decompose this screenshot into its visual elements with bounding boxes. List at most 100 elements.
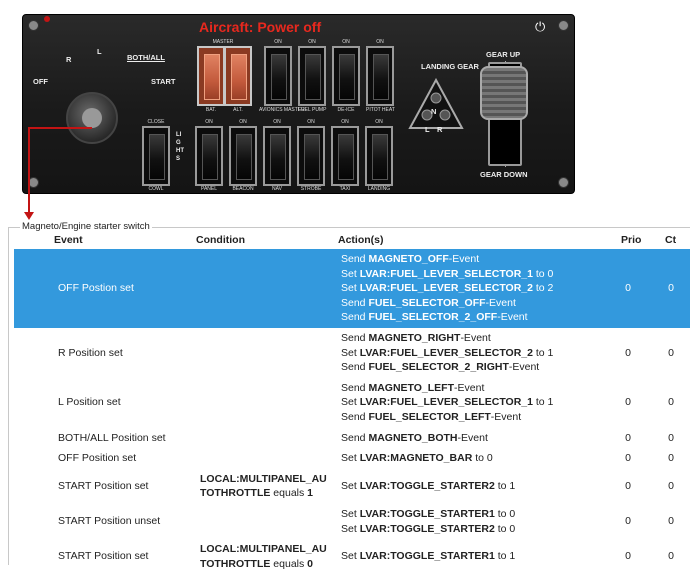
prio-cell: 0 [625,550,631,563]
gear-light-l: L [425,125,430,134]
column-header-actions[interactable]: Action(s) [338,234,384,246]
lights-label: LIGHTS [176,132,184,162]
magneto-label-l: L [97,47,102,56]
action-cell: Set LVAR:FUEL_LEVER_SELECTOR_1 to 0 [341,267,554,280]
condition-cell: LOCAL:MULTIPANEL_AU [200,543,327,556]
event-cell: OFF Postion set [58,282,134,295]
action-cell: Set LVAR:FUEL_LEVER_SELECTOR_1 to 1 [341,396,554,409]
action-cell: Send FUEL_SELECTOR_2_RIGHT-Event [341,361,540,374]
magneto-knob[interactable] [66,92,118,144]
nav-switch[interactable] [263,126,291,186]
table-row[interactable]: BOTH/ALL Position set Send MAGNETO_BOTH-E… [14,428,690,449]
ct-cell: 0 [668,452,674,465]
switch-label-taxi: TAXI [339,186,351,192]
magneto-label-off: OFF [33,77,48,86]
ct-cell: 0 [668,396,674,409]
switch-label-on: ON [341,119,349,125]
column-header-prio[interactable]: Prio [621,234,641,246]
action-cell: Send MAGNETO_LEFT-Event [341,381,485,394]
action-cell: Send MAGNETO_BOTH-Event [341,431,488,444]
event-cell: START Position set [58,480,149,493]
callout-arrow-line [28,127,92,129]
gear-up-label: GEAR UP [486,50,521,59]
ct-cell: 0 [668,515,674,528]
screw-icon [558,20,569,31]
magneto-label-r: R [66,55,72,64]
switch-label-pitot-heat: PITOT HEAT [366,107,395,113]
ct-cell: 0 [668,550,674,563]
arrow-down-icon [24,212,34,220]
pitot-heat-switch[interactable] [366,46,394,106]
alt-switch[interactable] [224,46,252,106]
condition-cell: TOTHROTTLE equals 0 [200,557,314,570]
event-cell: R Position set [58,346,123,359]
prio-cell: 0 [625,480,631,493]
switch-label-on: ON [274,39,282,45]
table-row[interactable]: OFF Position set Set LVAR:MAGNETO_BAR to … [14,448,690,469]
prio-cell: 0 [625,452,631,465]
table-row[interactable]: START Position unset Set LVAR:TOGGLE_STAR… [14,504,690,539]
column-header-event[interactable]: Event [54,234,83,246]
switch-label-strobe: STROBE [300,186,322,192]
de-ice-switch[interactable] [332,46,360,106]
switch-label-on: ON [239,119,247,125]
switch-label-avionics: AVIONICS MASTER [259,107,305,113]
power-icon[interactable]: ⏻ [535,20,549,34]
landing-light-switch[interactable] [365,126,393,186]
switch-label-on: ON [307,119,315,125]
cowl-switch[interactable] [142,126,170,186]
table-row[interactable]: START Position set LOCAL:MULTIPANEL_AU TOT… [14,539,690,574]
beacon-switch[interactable] [229,126,257,186]
screw-icon [28,20,39,31]
action-cell: Set LVAR:FUEL_LEVER_SELECTOR_2 to 1 [341,346,554,359]
switch-label-beacon: BEACON [232,186,254,192]
fuel-pump-switch[interactable] [298,46,326,106]
callout-arrow-line [28,128,30,216]
table-row[interactable]: START Position set LOCAL:MULTIPANEL_AU TOT… [14,469,690,504]
table-row[interactable]: R Position set Send MAGNETO_RIGHT-Event Se… [14,328,690,378]
column-header-condition[interactable]: Condition [196,234,245,246]
switch-label-close: CLOSE [147,119,165,125]
action-cell: Send MAGNETO_OFF-Event [341,253,480,265]
ct-cell: 0 [668,346,674,359]
column-header-ct[interactable]: Ct [665,234,676,246]
table-row[interactable]: OFF Postion set Send MAGNETO_OFF-Event Set… [14,249,690,328]
action-cell: Set LVAR:TOGGLE_STARTER1 to 0 [341,508,516,520]
switch-label-on: ON [308,39,316,45]
event-cell: START Position unset [58,515,161,528]
event-cell: OFF Position set [58,452,137,465]
table-row[interactable]: L Position set Send MAGNETO_LEFT-Event Set… [14,378,690,428]
status-led-icon [44,16,50,22]
power-status-overlay: Aircraft: Power off [199,19,322,35]
condition-cell: LOCAL:MULTIPANEL_AU [200,472,327,485]
panel-light-switch[interactable] [195,126,223,186]
bat-switch[interactable] [197,46,225,106]
prio-cell: 0 [625,282,631,295]
magneto-label-both: BOTH/ALL [127,53,165,62]
switch-label-on: ON [273,119,281,125]
gear-light-n: N [431,107,437,116]
strobe-switch[interactable] [297,126,325,186]
event-cell: BOTH/ALL Position set [58,431,166,444]
switch-label-cowl: COWL [148,186,164,192]
action-cell: Set LVAR:FUEL_LEVER_SELECTOR_2 to 2 [341,282,554,295]
condition-cell: TOTHROTTLE equals 1 [200,487,314,500]
event-cell: START Position set [58,550,149,563]
switch-panel-image: OFF R L BOTH/ALL START MASTER BAT. ALT. … [0,0,690,220]
avionics-master-switch[interactable] [264,46,292,106]
switch-label-master: MASTER [212,39,234,45]
landing-gear-label: LANDING GEAR [421,62,479,71]
ct-cell: 0 [668,480,674,493]
action-cell: Send MAGNETO_RIGHT-Event [341,332,491,344]
ct-cell: 0 [668,431,674,444]
gear-light-r: R [437,125,443,134]
switch-label-fuel-pump: FUEL PUMP [298,107,327,113]
taxi-switch[interactable] [331,126,359,186]
switch-label-on: ON [205,119,213,125]
ct-cell: 0 [668,282,674,295]
switch-label-alt: ALT. [233,107,243,113]
action-cell: Set LVAR:TOGGLE_STARTER2 to 0 [341,522,516,535]
gear-lever-handle[interactable] [480,66,528,120]
prio-cell: 0 [625,346,631,359]
prio-cell: 0 [625,396,631,409]
